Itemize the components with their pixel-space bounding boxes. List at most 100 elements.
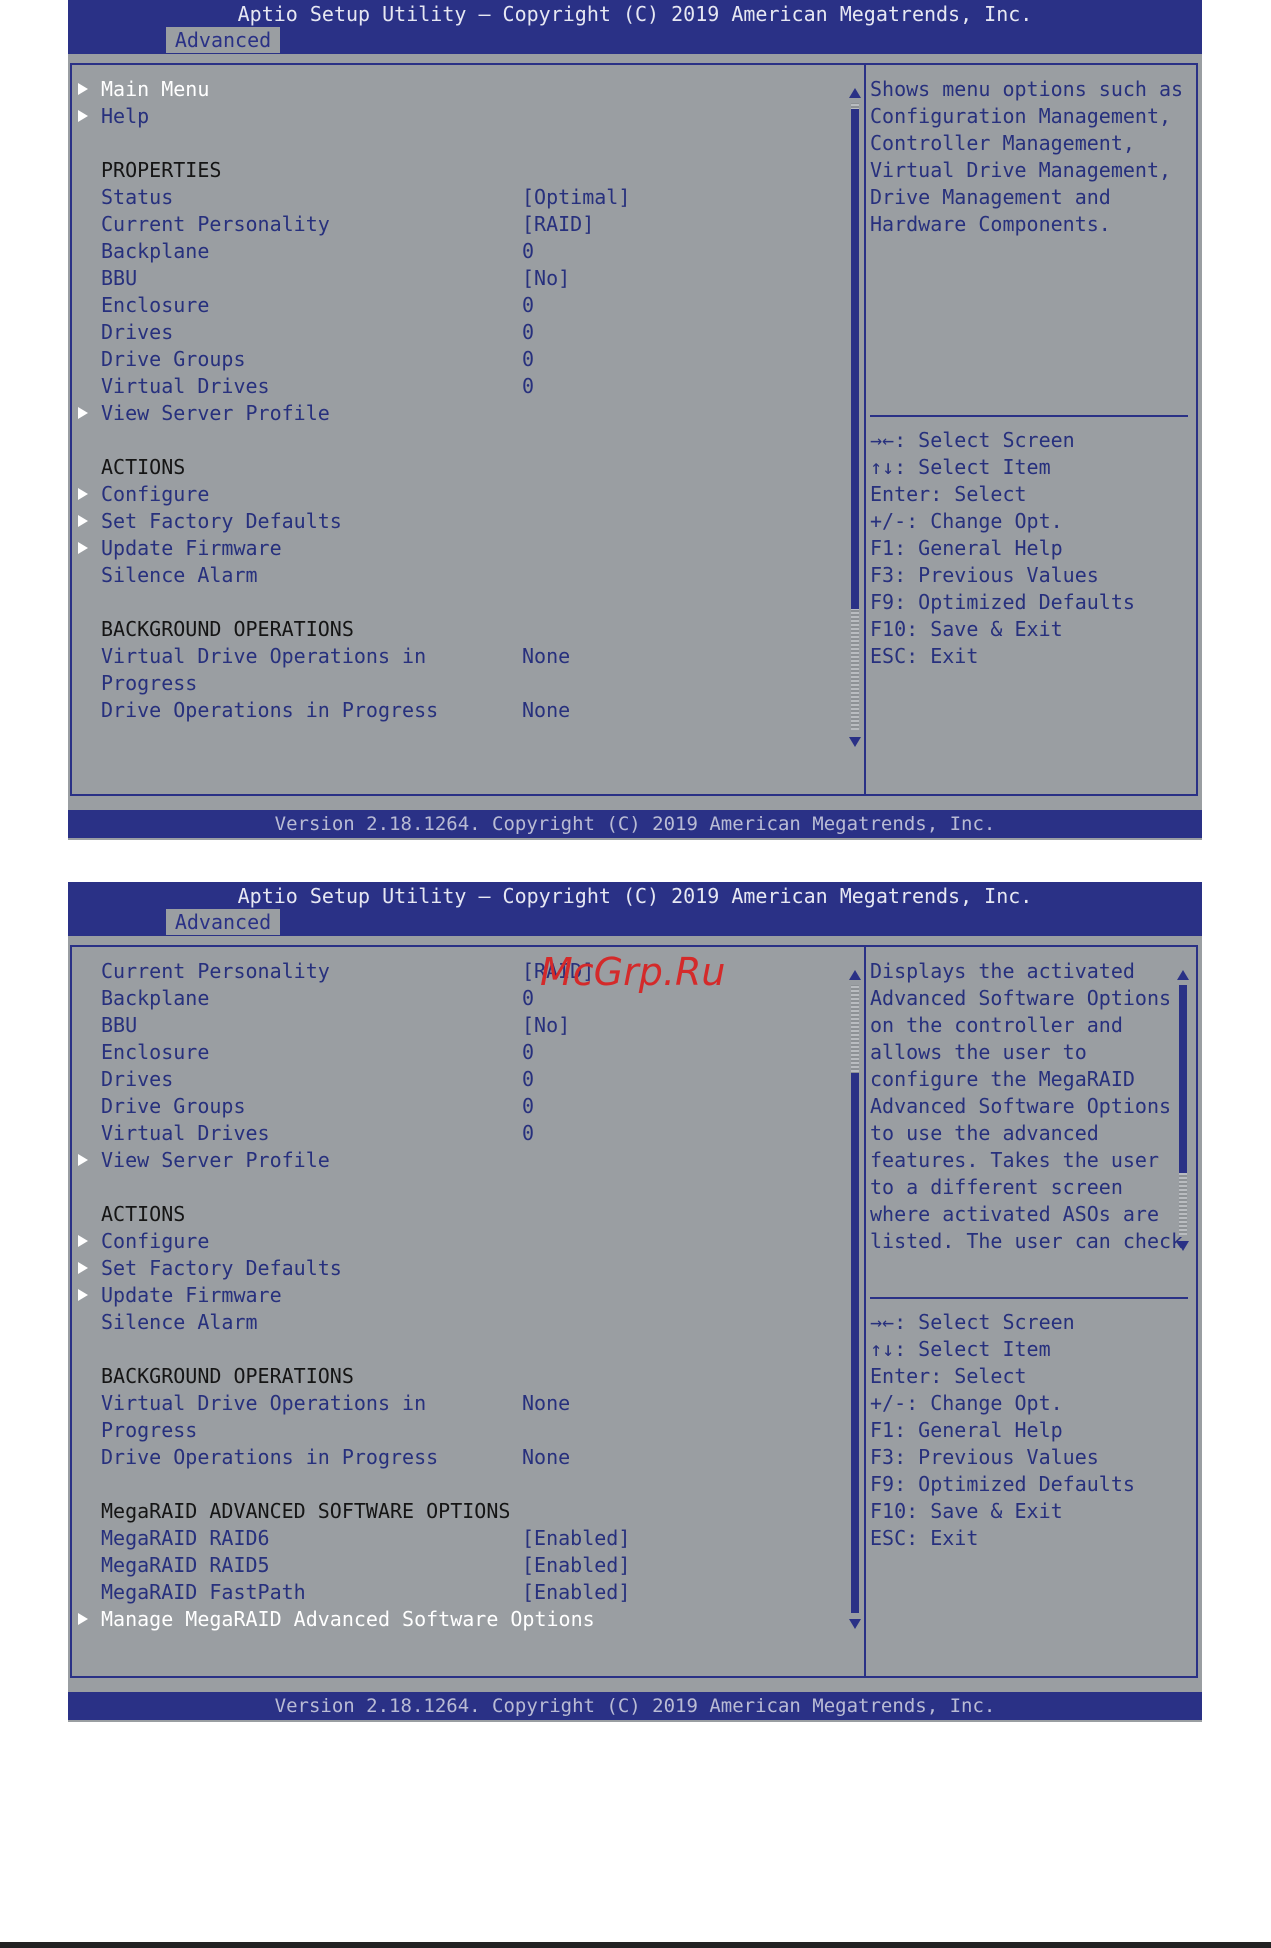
label-backplane: Backplane [101, 239, 210, 263]
key-hint: F10: Save & Exit [870, 1499, 1063, 1523]
help-line: allows the user to [870, 1040, 1087, 1064]
scroll-down-arrow-icon[interactable] [849, 1619, 861, 1629]
value-current-personality[interactable]: [RAID] [522, 211, 594, 238]
key-hint: +/-: Change Opt. [870, 509, 1063, 533]
submenu-arrow-icon [78, 515, 88, 527]
submenu-arrow-icon [78, 1289, 88, 1301]
help-line: features. Takes the user [870, 1148, 1159, 1172]
key-hint: ↑↓: Select Item [870, 1337, 1051, 1361]
value-fastpath[interactable]: [Enabled] [522, 1579, 630, 1606]
section-header-actions: ACTIONS [101, 1202, 186, 1226]
value-raid5[interactable]: [Enabled] [522, 1552, 630, 1579]
bios-screen-1: Aptio Setup Utility – Copyright (C) 2019… [68, 0, 1202, 840]
key-hint: →←: Select Screen [870, 1310, 1075, 1334]
help-line: Shows menu options such as [870, 77, 1184, 101]
value-vd-operations: None [522, 1391, 571, 1415]
label-enclosure: Enclosure [101, 293, 210, 317]
label-bbu: BBU [101, 1013, 138, 1037]
label-vd-operations-cont: Progress [101, 671, 198, 695]
label-vd-operations: Virtual Drive Operations in [101, 644, 427, 668]
version-footer: Version 2.18.1264. Copyright (C) 2019 Am… [68, 1692, 1202, 1720]
help-line: Configuration Management, [870, 104, 1172, 128]
value-drive-groups: 0 [522, 1094, 535, 1118]
scroll-up-arrow-icon[interactable] [849, 88, 861, 98]
label-virtual-drives: Virtual Drives [101, 374, 270, 398]
help-scroll-down-arrow-icon[interactable] [1177, 1241, 1189, 1251]
label-vd-operations-cont: Progress [101, 1418, 198, 1442]
label-vd-operations: Virtual Drive Operations in [101, 1391, 427, 1415]
label-drive-groups: Drive Groups [101, 1094, 246, 1118]
menu-panel: Main Menu Help PROPERTIES Status [Optima… [70, 63, 866, 796]
submenu-arrow-icon [78, 110, 88, 122]
value-vd-operations: None [522, 644, 571, 668]
bios-screen-2: Aptio Setup Utility – Copyright (C) 2019… [68, 882, 1202, 1722]
menu-item-update-firmware[interactable]: Update Firmware [101, 1282, 282, 1309]
value-bbu: [No] [522, 1013, 571, 1037]
key-hint: F9: Optimized Defaults [870, 1472, 1135, 1496]
help-line: Drive Management and [870, 185, 1111, 209]
menu-item-manage-aso[interactable]: Manage MegaRAID Advanced Software Option… [101, 1606, 595, 1633]
key-hint: Enter: Select [870, 1364, 1027, 1388]
label-drives: Drives [101, 320, 174, 344]
section-header-background-operations: BACKGROUND OPERATIONS [101, 617, 354, 641]
section-header-properties: PROPERTIES [101, 158, 222, 182]
section-header-background-operations: BACKGROUND OPERATIONS [101, 1364, 354, 1388]
menu-item-set-factory-defaults[interactable]: Set Factory Defaults [101, 1255, 342, 1282]
label-enclosure: Enclosure [101, 1040, 210, 1064]
help-line: where activated ASOs are [870, 1202, 1159, 1226]
submenu-arrow-icon [78, 488, 88, 500]
label-drives: Drives [101, 1067, 174, 1091]
menu-item-set-factory-defaults[interactable]: Set Factory Defaults [101, 508, 342, 535]
scrollbar-thumb[interactable] [851, 1073, 859, 1613]
value-backplane: 0 [522, 239, 535, 263]
title-bar: Aptio Setup Utility – Copyright (C) 2019… [68, 0, 1202, 54]
menu-item-update-firmware[interactable]: Update Firmware [101, 535, 282, 562]
help-scrollbar-thumb[interactable] [1179, 985, 1187, 1173]
label-bbu: BBU [101, 266, 138, 290]
key-hint: ESC: Exit [870, 1526, 979, 1550]
label-backplane: Backplane [101, 986, 210, 1010]
submenu-arrow-icon [78, 407, 88, 419]
label-raid6[interactable]: MegaRAID RAID6 [101, 1525, 270, 1552]
help-line: configure the MegaRAID [870, 1067, 1135, 1091]
help-line: Advanced Software Options [870, 986, 1172, 1010]
submenu-arrow-icon [78, 83, 88, 95]
menu-item-help[interactable]: Help [101, 103, 149, 130]
help-line: Hardware Components. [870, 212, 1111, 236]
help-line: Displays the activated [870, 959, 1135, 983]
menu-item-configure[interactable]: Configure [101, 1228, 209, 1255]
menu-item-configure[interactable]: Configure [101, 481, 209, 508]
menu-panel: Current Personality [RAID] Backplane 0 B… [70, 945, 866, 1678]
help-line: to use the advanced [870, 1121, 1099, 1145]
key-hint: F9: Optimized Defaults [870, 590, 1135, 614]
submenu-arrow-icon [78, 542, 88, 554]
menu-item-view-server-profile[interactable]: View Server Profile [101, 1147, 330, 1174]
scrollbar-thumb[interactable] [851, 109, 859, 609]
menu-item-silence-alarm[interactable]: Silence Alarm [101, 1309, 258, 1336]
value-drive-operations: None [522, 698, 571, 722]
scroll-down-arrow-icon[interactable] [849, 737, 861, 747]
label-raid5[interactable]: MegaRAID RAID5 [101, 1552, 270, 1579]
tab-advanced[interactable]: Advanced [166, 909, 280, 935]
window-title: Aptio Setup Utility – Copyright (C) 2019… [237, 2, 1033, 26]
help-panel: Shows menu options such as Configuration… [865, 63, 1198, 796]
menu-item-view-server-profile[interactable]: View Server Profile [101, 400, 330, 427]
label-fastpath[interactable]: MegaRAID FastPath [101, 1579, 306, 1606]
value-drive-operations: None [522, 1445, 571, 1469]
submenu-arrow-icon [78, 1613, 88, 1625]
key-hint: F1: General Help [870, 536, 1063, 560]
label-drive-operations: Drive Operations in Progress [101, 1445, 439, 1469]
label-status: Status [101, 185, 174, 209]
section-header-actions: ACTIONS [101, 455, 186, 479]
scroll-up-arrow-icon[interactable] [849, 970, 861, 980]
value-virtual-drives: 0 [522, 374, 535, 398]
help-scroll-up-arrow-icon[interactable] [1177, 970, 1189, 980]
value-bbu: [No] [522, 266, 571, 290]
help-line: Virtual Drive Management, [870, 158, 1172, 182]
label-current-personality[interactable]: Current Personality [101, 211, 330, 238]
menu-item-silence-alarm[interactable]: Silence Alarm [101, 562, 258, 589]
value-raid6[interactable]: [Enabled] [522, 1525, 630, 1552]
menu-item-main-menu[interactable]: Main Menu [101, 76, 209, 103]
tab-advanced[interactable]: Advanced [166, 27, 280, 53]
label-current-personality[interactable]: Current Personality [101, 958, 330, 985]
